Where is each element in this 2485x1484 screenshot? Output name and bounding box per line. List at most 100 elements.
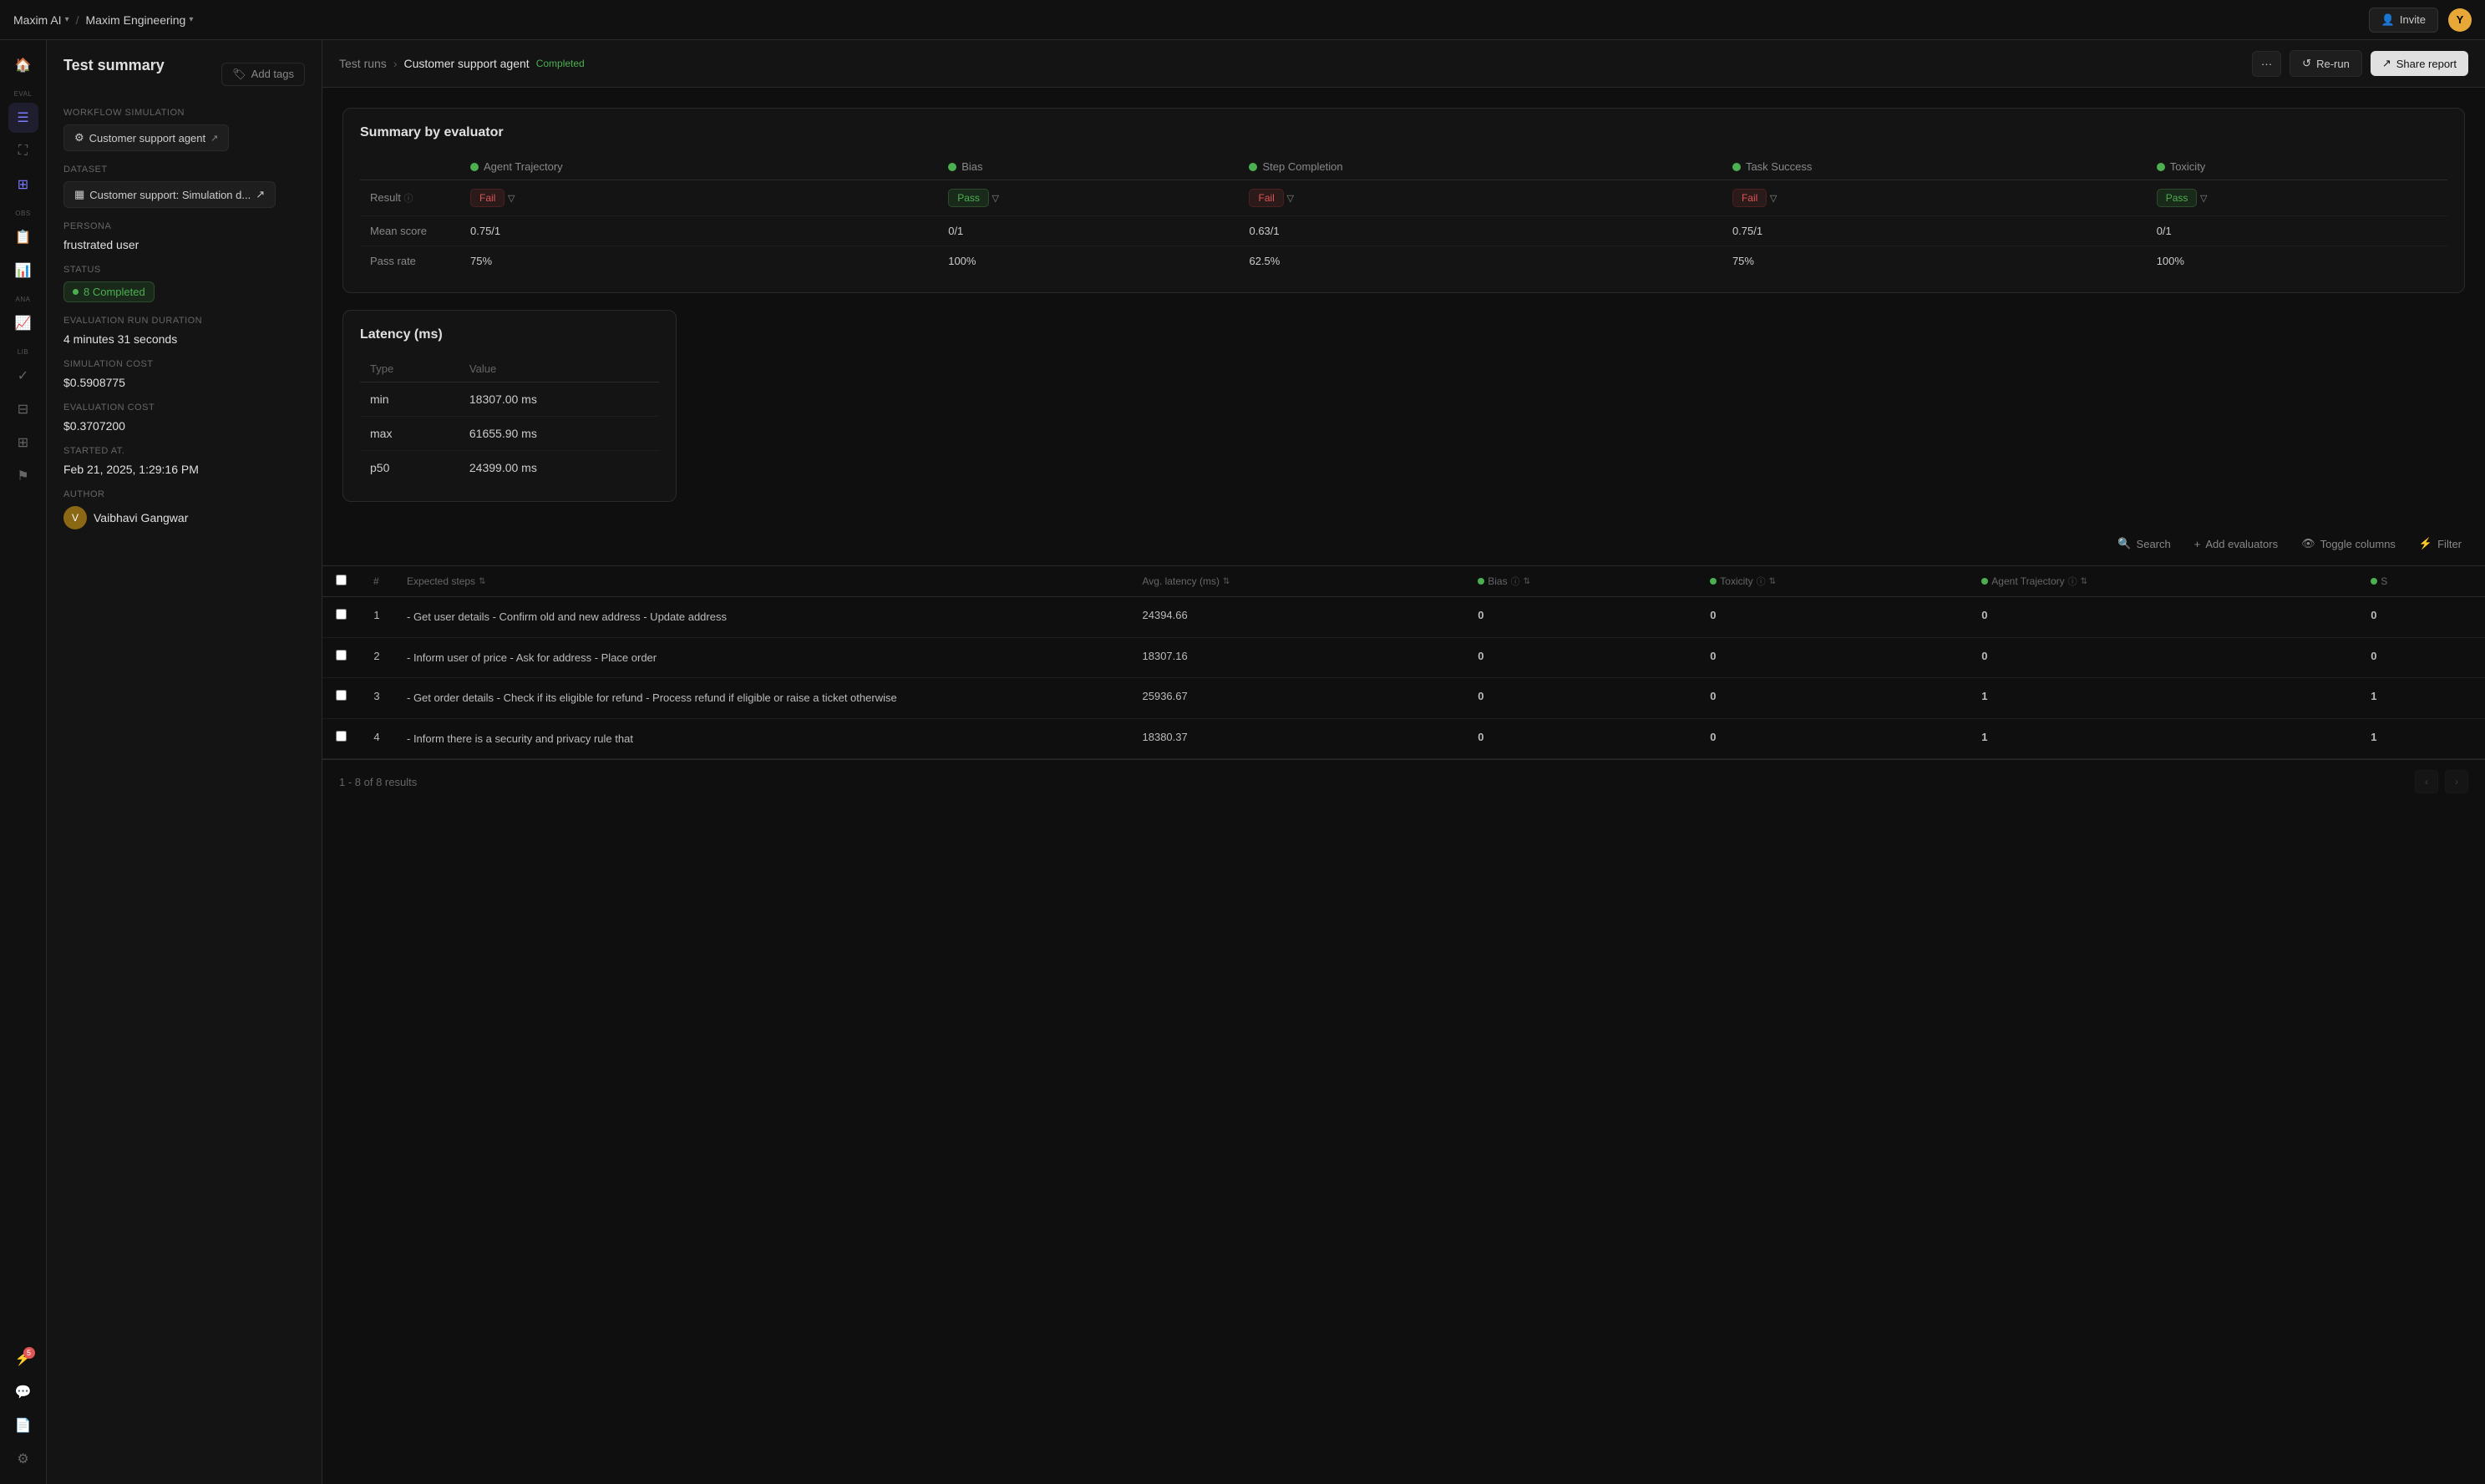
agent-traj-th-dot (1981, 578, 1988, 585)
sidebar-observe-chart[interactable]: 📊 (8, 256, 38, 286)
table-row[interactable]: 1 - Get user details - Confirm old and n… (322, 597, 2485, 638)
row-num-3: 4 (360, 718, 393, 759)
th-toxicity: Toxicity ⓘ ⇅ (1696, 566, 1968, 597)
content-body: Summary by evaluator Agent Trajectory (322, 88, 2485, 522)
sidebar-lightning[interactable]: ⚡ 5 (8, 1344, 38, 1374)
row-checkbox-2[interactable] (336, 690, 347, 701)
sidebar-library-check[interactable]: ✓ (8, 361, 38, 391)
row-checkbox-cell-0 (322, 597, 360, 638)
toxicity-th-dot (1710, 578, 1717, 585)
sidebar-library-list[interactable]: ⊞ (8, 428, 38, 458)
filter-icon-3[interactable]: ▽ (1770, 194, 1777, 204)
prev-page-button[interactable]: ‹ (2415, 770, 2438, 793)
sidebar-library-flag[interactable]: ⚑ (8, 461, 38, 491)
row-bias-0: 0 (1464, 597, 1696, 638)
filter-icon-1[interactable]: ▽ (992, 194, 999, 204)
breadcrumb-separator: › (393, 57, 398, 70)
row-latency-0: 24394.66 (1129, 597, 1465, 638)
user-avatar[interactable]: Y (2448, 8, 2472, 32)
row-checkbox-3[interactable] (336, 731, 347, 742)
sort-icon-bias[interactable]: ⇅ (1524, 577, 1530, 586)
workspace-label: Maxim Engineering (86, 13, 186, 27)
share-report-button[interactable]: ↗ Share report (2371, 51, 2468, 76)
row-steps-1: - Inform user of price - Ask for address… (393, 637, 1129, 678)
right-area: Test runs › Customer support agent Compl… (322, 40, 2485, 1484)
row-checkbox-cell-2 (322, 678, 360, 719)
latency-value-1: 61655.90 ms (459, 417, 659, 451)
filter-icon-0[interactable]: ▽ (508, 194, 515, 204)
notification-badge: 5 (23, 1347, 35, 1359)
rerun-button[interactable]: ↺ Re-run (2290, 50, 2362, 77)
started-value: Feb 21, 2025, 1:29:16 PM (63, 463, 305, 476)
table-row[interactable]: 4 - Inform there is a security and priva… (322, 718, 2485, 759)
add-tags-button[interactable]: 🏷 Add tags (221, 63, 305, 86)
sidebar-settings[interactable]: ⚙ (8, 1444, 38, 1474)
workflow-chip-button[interactable]: ⚙ Customer support agent ↗ (63, 124, 229, 151)
toggle-columns-button[interactable]: 👁 Toggle columns (2295, 532, 2402, 555)
search-button[interactable]: 🔍 Search (2111, 532, 2177, 555)
row-num-1: 2 (360, 637, 393, 678)
brand-link[interactable]: Maxim AI ▾ (13, 13, 69, 27)
mean-score-cell-1: 0/1 (938, 216, 1239, 246)
sidebar-evaluate-test[interactable]: ⊞ (8, 170, 38, 200)
evaluator-table: Agent Trajectory Bias (360, 154, 2447, 276)
filter-label: Filter (2437, 538, 2462, 550)
row-checkbox-1[interactable] (336, 650, 347, 661)
duration-value: 4 minutes 31 seconds (63, 332, 305, 346)
sort-icon-agent-traj[interactable]: ⇅ (2081, 577, 2087, 586)
analyze-label: ANA (16, 296, 31, 303)
sidebar-chat[interactable]: 💬 (8, 1377, 38, 1407)
sidebar-evaluate-graph[interactable]: ⛶ (8, 136, 38, 166)
add-icon: + (2194, 538, 2201, 550)
row-bias-2: 0 (1464, 678, 1696, 719)
workspace-link[interactable]: Maxim Engineering ▾ (86, 13, 194, 27)
sort-icon-expected[interactable]: ⇅ (479, 577, 485, 586)
row-checkbox-cell-3 (322, 718, 360, 759)
table-row[interactable]: 3 - Get order details - Check if its eli… (322, 678, 2485, 719)
sort-icon-latency[interactable]: ⇅ (1223, 577, 1230, 586)
filter-button[interactable]: ⚡ Filter (2412, 532, 2468, 555)
top-nav: Maxim AI ▾ / Maxim Engineering ▾ 👤 Invit… (0, 0, 2485, 40)
row-num-2: 3 (360, 678, 393, 719)
sidebar-home[interactable]: 🏠 (8, 50, 38, 80)
status-section-label: Status (63, 265, 305, 275)
sidebar-evaluate-list[interactable]: ☰ (8, 103, 38, 133)
eval-cost-value: $0.3707200 (63, 419, 305, 433)
started-section-label: Started at. (63, 446, 305, 456)
row-extra-3: 1 (2357, 718, 2485, 759)
table-row[interactable]: 2 - Inform user of price - Ask for addre… (322, 637, 2485, 678)
latency-card-title: Latency (ms) (360, 327, 659, 342)
breadcrumb-parent[interactable]: Test runs (339, 57, 387, 70)
pass-rate-cell-1: 100% (938, 246, 1239, 276)
results-table: # Expected steps ⇅ Avg. latency (ms) (322, 566, 2485, 759)
col-step-completion: Step Completion (1239, 154, 1722, 180)
select-all-checkbox[interactable] (336, 575, 347, 585)
row-agent-traj-1: 0 (1968, 637, 2357, 678)
search-label: Search (2137, 538, 2171, 550)
add-evaluators-button[interactable]: + Add evaluators (2188, 533, 2285, 555)
more-options-button[interactable]: ··· (2252, 51, 2281, 77)
sidebar-library-stack[interactable]: ⊟ (8, 394, 38, 424)
result-cell-3: Fail ▽ (1722, 180, 2147, 216)
next-page-button[interactable]: › (2445, 770, 2468, 793)
th-avg-latency: Avg. latency (ms) ⇅ (1129, 566, 1465, 597)
result-cell-0: Fail ▽ (460, 180, 938, 216)
tag-icon: 🏷 (232, 68, 246, 81)
sidebar-analyze-bar[interactable]: 📈 (8, 308, 38, 338)
pass-rate-cell-0: 75% (460, 246, 938, 276)
library-label: LIB (18, 348, 29, 356)
dataset-chip-button[interactable]: ▦ Customer support: Simulation d... ↗ (63, 181, 276, 208)
bias-info-icon: ⓘ (1511, 575, 1520, 588)
filter-icon-2[interactable]: ▽ (1286, 194, 1293, 204)
sidebar-observe-log[interactable]: 📋 (8, 222, 38, 252)
col-bias: Bias (938, 154, 1239, 180)
author-avatar: V (63, 506, 87, 529)
row-checkbox-0[interactable] (336, 609, 347, 620)
pass-rate-cell-3: 75% (1722, 246, 2147, 276)
filter-icon-4[interactable]: ▽ (2200, 194, 2207, 204)
dataset-name: Customer support: Simulation d... (89, 189, 251, 201)
latency-row: max61655.90 ms (360, 417, 659, 451)
invite-button[interactable]: 👤 Invite (2369, 8, 2438, 33)
sort-icon-toxicity[interactable]: ⇅ (1769, 577, 1776, 586)
sidebar-document[interactable]: 📄 (8, 1411, 38, 1441)
